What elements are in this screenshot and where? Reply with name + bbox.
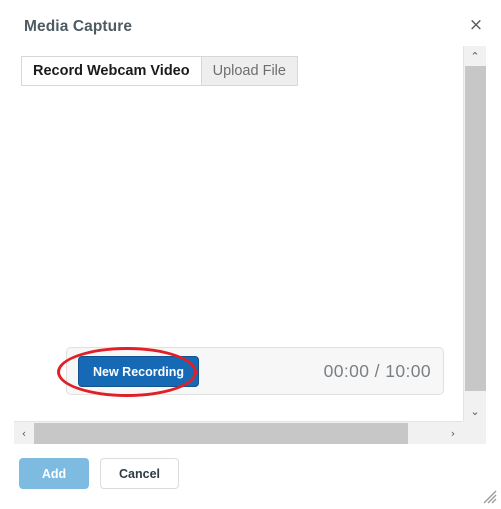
resize-grip-icon[interactable] — [483, 490, 497, 504]
dialog-content-viewport: Record Webcam Video Upload File New Reco… — [14, 46, 455, 421]
tab-record-webcam-video[interactable]: Record Webcam Video — [21, 56, 201, 86]
scroll-up-icon[interactable]: ⌃ — [464, 46, 486, 66]
horizontal-scrollbar[interactable]: ‹ › — [14, 421, 463, 444]
dialog-title: Media Capture — [24, 18, 133, 35]
dialog-header: Media Capture × — [0, 0, 501, 46]
media-capture-dialog: Media Capture × Record Webcam Video Uplo… — [0, 0, 501, 508]
vertical-scrollbar-thumb[interactable] — [465, 66, 486, 391]
dialog-footer: Add Cancel — [0, 444, 501, 508]
cancel-button[interactable]: Cancel — [100, 458, 179, 489]
horizontal-scrollbar-thumb[interactable] — [34, 423, 408, 444]
new-recording-button[interactable]: New Recording — [78, 356, 199, 387]
close-icon[interactable]: × — [465, 14, 487, 36]
scroll-right-icon[interactable]: › — [443, 422, 463, 444]
scrollbar-corner — [463, 421, 486, 444]
scroll-left-icon[interactable]: ‹ — [14, 422, 34, 444]
tab-upload-file[interactable]: Upload File — [200, 56, 298, 86]
vertical-scrollbar[interactable]: ⌃ ⌄ — [463, 46, 486, 421]
recording-timer: 00:00 / 10:00 — [323, 360, 431, 381]
capture-mode-tabs: Record Webcam Video Upload File — [21, 56, 298, 86]
webcam-preview-area — [14, 92, 455, 347]
scroll-down-icon[interactable]: ⌄ — [464, 401, 486, 421]
add-button[interactable]: Add — [19, 458, 89, 489]
recording-control-bar: New Recording 00:00 / 10:00 — [66, 347, 444, 395]
